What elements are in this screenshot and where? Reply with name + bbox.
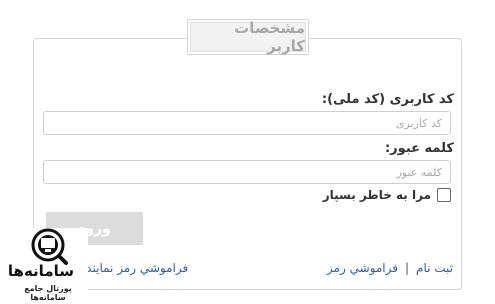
account-links: ثبت نام | فراموشي رمز — [327, 261, 453, 275]
panel-title: مشخصات کاربر — [190, 19, 306, 55]
remember-me[interactable]: مرا به خاطر بسپار — [323, 188, 451, 202]
password-label: کلمه عبور: — [384, 141, 454, 156]
username-input[interactable] — [43, 111, 451, 135]
watermark-tagline: پورتال جامع سامانه‌ها — [24, 284, 72, 302]
forgot-password-link[interactable]: فراموشي رمز — [327, 261, 398, 275]
link-separator: | — [404, 261, 410, 275]
password-input[interactable] — [43, 160, 451, 184]
username-label: کد کاربری (کد ملی): — [321, 92, 454, 107]
watermark-logo: سامانه‌ها پورتال جامع سامانه‌ها — [7, 228, 88, 302]
remember-checkbox[interactable] — [437, 188, 451, 202]
remember-label: مرا به خاطر بسپار — [322, 188, 431, 202]
watermark-name: سامانه‌ها — [7, 262, 74, 280]
panel-legend: مشخصات کاربر — [187, 19, 309, 55]
search-monitor-icon — [31, 228, 68, 265]
register-link[interactable]: ثبت نام — [416, 261, 453, 275]
